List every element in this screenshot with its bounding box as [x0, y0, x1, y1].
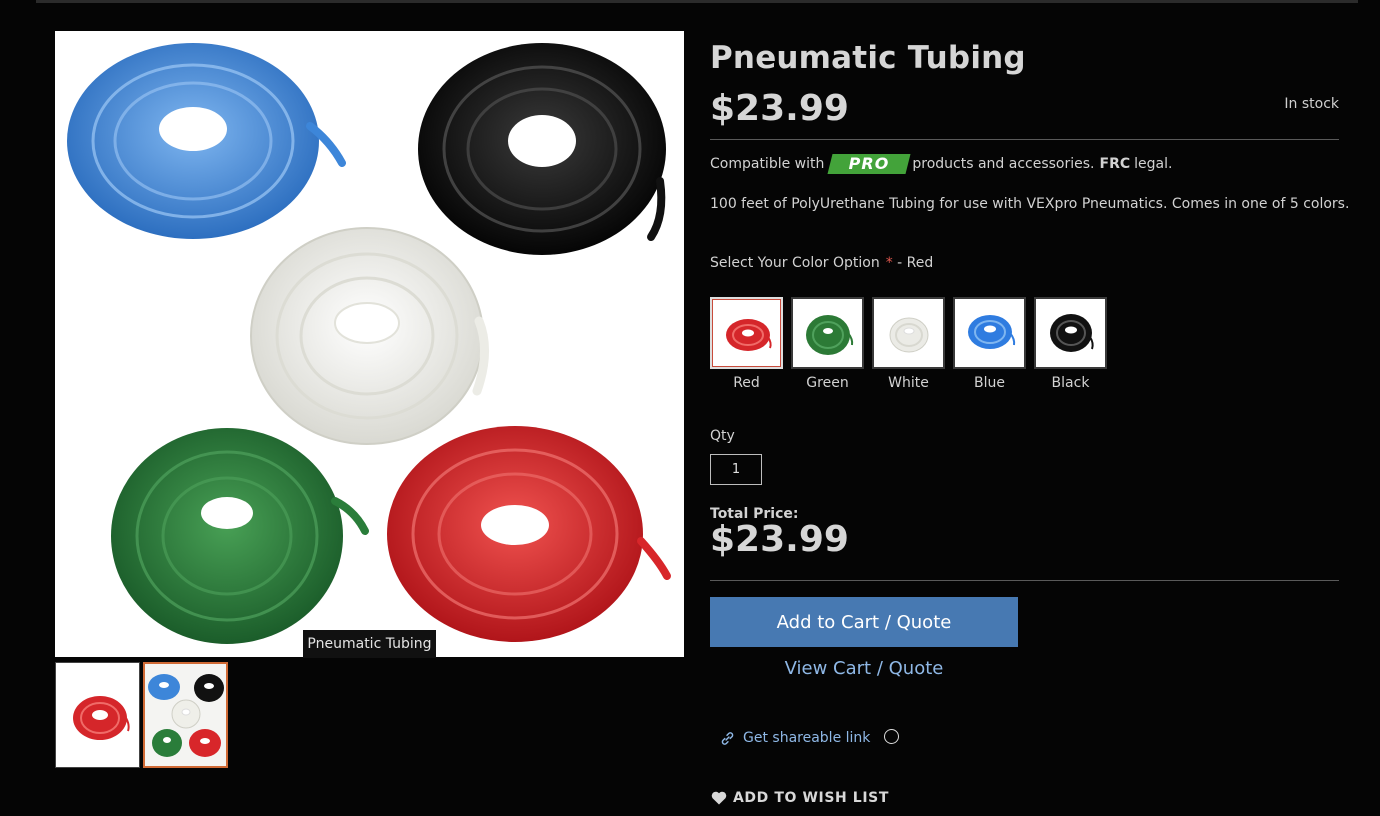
red-coil-icon — [726, 319, 772, 351]
link-icon — [721, 731, 734, 745]
swatch-label-red: Red — [733, 375, 760, 391]
white-coil-icon — [889, 317, 929, 353]
compat-prefix: Compatible with — [710, 156, 825, 172]
view-cart-link[interactable]: View Cart / Quote — [710, 658, 1018, 679]
compat-suffix: products and accessories. — [912, 156, 1095, 172]
required-mark: * — [885, 255, 893, 271]
share-radio[interactable] — [884, 728, 900, 744]
wishlist-label: ADD TO WISH LIST — [733, 790, 889, 806]
heart-icon — [711, 791, 727, 805]
frc-label: FRC — [1099, 156, 1131, 172]
divider — [710, 139, 1339, 140]
main-product-image[interactable] — [55, 31, 684, 657]
compatibility-note: Compatible with PRO products and accesso… — [710, 154, 1172, 174]
pro-logo: PRO — [827, 154, 911, 174]
tubing-coils-image — [67, 43, 671, 644]
qty-label: Qty — [710, 428, 735, 444]
top-divider — [36, 0, 1358, 3]
red-coil-thumbnail-image — [73, 696, 130, 740]
stock-status: In stock — [1284, 96, 1339, 112]
shareable-link[interactable]: Get shareable link — [720, 728, 900, 746]
swatch-green[interactable] — [791, 297, 864, 369]
swatch-label-green: Green — [806, 375, 849, 391]
thumbnail-all-colors[interactable] — [143, 662, 228, 768]
swatch-label-black: Black — [1051, 375, 1090, 391]
color-option-label: Select Your Color Option * - Red — [710, 255, 933, 271]
frc-suffix: legal. — [1134, 156, 1173, 172]
image-caption: Pneumatic Tubing — [303, 630, 436, 658]
black-coil-icon — [1050, 314, 1094, 352]
all-colors-thumbnail-image — [145, 664, 226, 766]
swatch-white[interactable] — [872, 297, 945, 369]
total-price-value: $23.99 — [710, 519, 849, 560]
green-coil-icon — [806, 315, 854, 355]
add-to-cart-button[interactable]: Add to Cart / Quote — [710, 597, 1018, 647]
product-title: Pneumatic Tubing — [710, 40, 1026, 76]
swatch-label-white: White — [888, 375, 929, 391]
thumbnail-red[interactable] — [55, 662, 140, 768]
blue-coil-icon — [968, 315, 1016, 349]
swatch-blue[interactable] — [953, 297, 1026, 369]
swatch-label-blue: Blue — [974, 375, 1005, 391]
swatch-red[interactable] — [710, 297, 783, 369]
product-price: $23.99 — [710, 88, 849, 129]
selected-color-text: - Red — [897, 255, 934, 271]
shareable-link-label: Get shareable link — [743, 730, 871, 746]
add-to-wishlist[interactable]: ADD TO WISH LIST — [711, 790, 889, 806]
divider — [710, 580, 1339, 581]
pro-logo-text: PRO — [849, 154, 890, 173]
product-description: 100 feet of PolyUrethane Tubing for use … — [710, 196, 1350, 212]
qty-input[interactable] — [710, 454, 762, 485]
swatch-black[interactable] — [1034, 297, 1107, 369]
color-option-title: Select Your Color Option — [710, 255, 880, 271]
